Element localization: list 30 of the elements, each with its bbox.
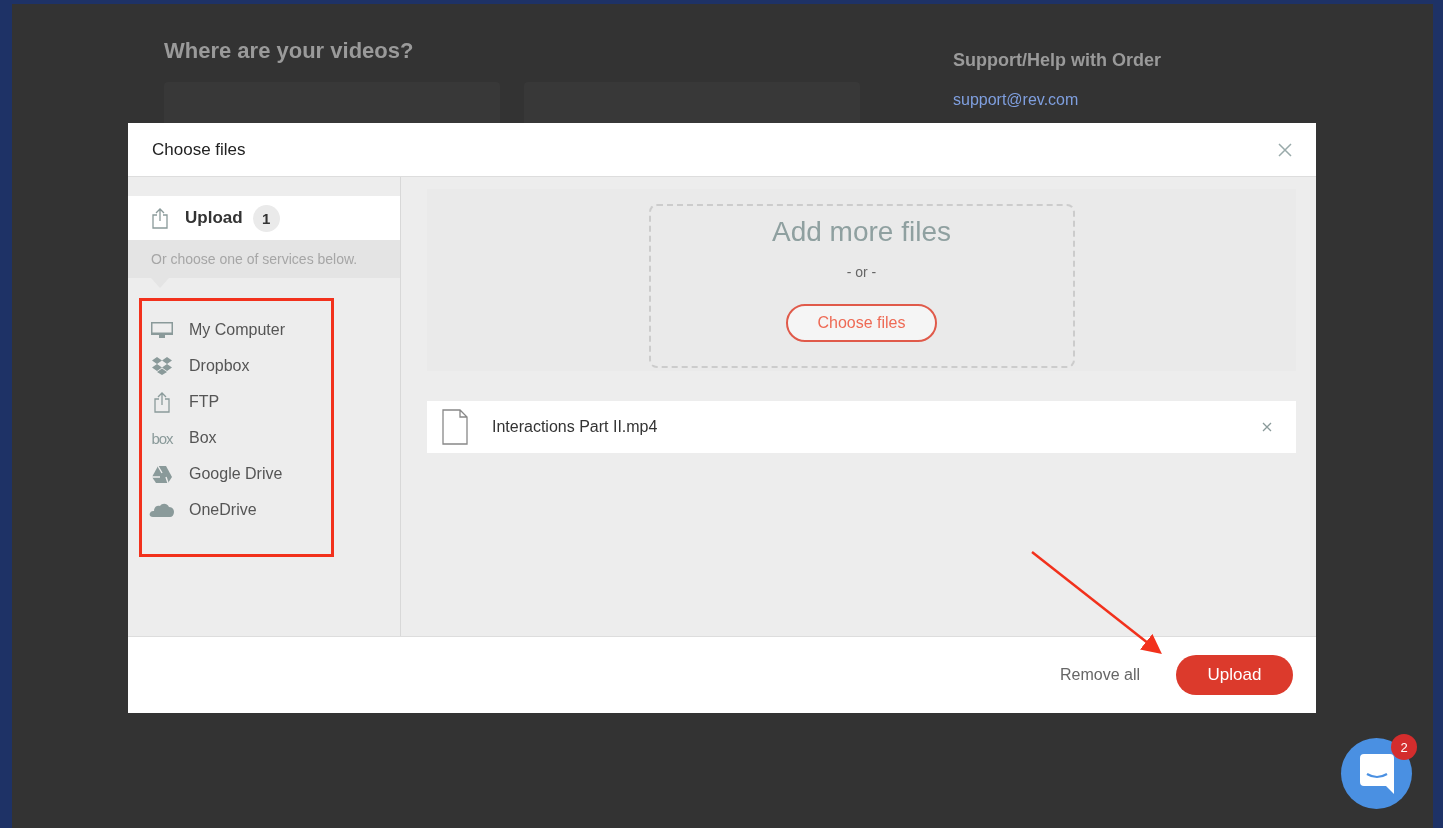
support-email-link[interactable]: support@rev.com (953, 91, 1161, 109)
dialog-title: Choose files (152, 139, 246, 160)
service-item[interactable]: FTP (142, 384, 331, 420)
cloud-icon (149, 502, 175, 518)
dropzone-title: Add more files (772, 216, 951, 248)
dropbox-icon (151, 356, 173, 376)
service-item[interactable]: My Computer (142, 312, 331, 348)
support-title: Support/Help with Order (953, 50, 1161, 71)
hint-text: Or choose one of services below. (128, 240, 400, 278)
upload-button[interactable]: Upload (1176, 655, 1293, 695)
dropzone[interactable]: Add more files - or - Choose files (648, 204, 1075, 368)
close-icon[interactable] (1278, 142, 1292, 157)
count-badge: 1 (252, 204, 280, 232)
service-item[interactable]: Dropbox (142, 348, 331, 384)
remove-all-link[interactable]: Remove all (1059, 666, 1140, 684)
page-heading: Where are your videos? (164, 38, 415, 64)
box-logo: box (151, 429, 173, 447)
upload-icon (153, 391, 171, 413)
file-name: Interactions Part II.mp4 (492, 418, 659, 436)
service-item[interactable]: OneDrive (142, 492, 331, 528)
monitor-icon (150, 321, 174, 339)
triangle-drive-icon (151, 464, 173, 484)
service-item[interactable]: box Box (142, 420, 331, 456)
service-item[interactable]: Google Drive (142, 456, 331, 492)
upload-tab[interactable]: Upload 1 (128, 196, 400, 240)
chat-bubble-icon (1359, 753, 1394, 794)
upload-icon (151, 207, 169, 229)
separator-text: - or - (846, 264, 877, 280)
close-icon[interactable] (1262, 422, 1272, 432)
file-icon (442, 409, 468, 445)
